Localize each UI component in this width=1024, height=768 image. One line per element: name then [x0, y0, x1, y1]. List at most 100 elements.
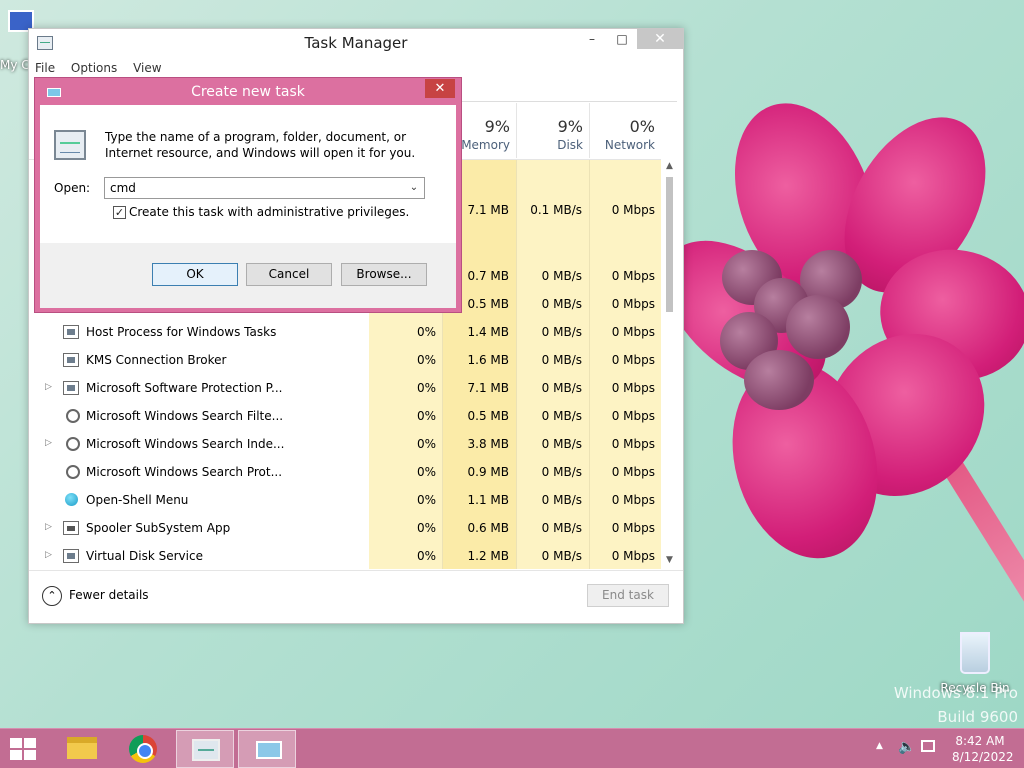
- column-header-network[interactable]: 0% Network: [589, 103, 661, 158]
- expand-chevron-icon[interactable]: ▷: [45, 438, 52, 448]
- close-button[interactable]: ✕: [637, 29, 683, 49]
- memory-cell: 7.1 MB: [467, 381, 509, 395]
- cpu-cell: 0%: [416, 549, 436, 563]
- open-input[interactable]: cmd: [110, 181, 136, 195]
- cpu-cell: 0%: [416, 353, 436, 367]
- table-row[interactable]: Microsoft Windows Search Filte... 0% 0.5…: [29, 403, 669, 431]
- cpu-cell: 0%: [416, 437, 436, 451]
- network-cell: 0 Mbps: [611, 521, 655, 535]
- printer-icon: [63, 521, 79, 535]
- clock-date: 8/12/2022: [952, 750, 1014, 764]
- menu-view[interactable]: View: [127, 59, 167, 77]
- task-manager-titlebar[interactable]: Task Manager – □ ✕: [29, 29, 683, 57]
- network-percent: 0%: [629, 117, 655, 136]
- network-cell: 0 Mbps: [611, 437, 655, 451]
- network-icon[interactable]: [921, 740, 935, 768]
- process-name: Host Process for Windows Tasks: [86, 325, 277, 339]
- table-row[interactable]: ▷ Microsoft Windows Search Inde... 0% 3.…: [29, 431, 669, 459]
- memory-cell: 0.9 MB: [467, 465, 509, 479]
- browse-button[interactable]: Browse...: [341, 263, 427, 286]
- disk-cell: 0 MB/s: [541, 409, 582, 423]
- table-row[interactable]: Host Process for Windows Tasks 0% 1.4 MB…: [29, 319, 669, 347]
- task-manager-icon: [192, 739, 220, 761]
- fewer-details-link[interactable]: Fewer details: [69, 588, 149, 602]
- disk-cell: 0.1 MB/s: [530, 203, 582, 217]
- cancel-button[interactable]: Cancel: [246, 263, 332, 286]
- expand-chevron-icon[interactable]: ▷: [45, 382, 52, 392]
- end-task-button[interactable]: End task: [587, 584, 669, 607]
- open-label: Open:: [54, 181, 91, 195]
- disk-cell: 0 MB/s: [541, 465, 582, 479]
- memory-cell: 0.6 MB: [467, 521, 509, 535]
- process-window-icon: [63, 325, 79, 339]
- table-row[interactable]: Open-Shell Menu 0% 1.1 MB 0 MB/s 0 Mbps: [29, 487, 669, 515]
- task-manager-footer: ⌃ Fewer details End task: [29, 570, 683, 625]
- memory-cell: 1.6 MB: [467, 353, 509, 367]
- my-computer-desktop-icon[interactable]: My C: [0, 10, 34, 72]
- menu-options[interactable]: Options: [65, 59, 123, 77]
- disk-cell: 0 MB/s: [541, 521, 582, 535]
- open-shell-icon: [63, 493, 79, 507]
- dialog-message: Type the name of a program, folder, docu…: [105, 130, 416, 160]
- network-cell: 0 Mbps: [611, 297, 655, 311]
- expand-chevron-icon[interactable]: ▷: [45, 550, 52, 560]
- memory-cell: 1.2 MB: [467, 549, 509, 563]
- scroll-down-icon[interactable]: ▼: [661, 555, 678, 565]
- memory-cell: 3.8 MB: [467, 437, 509, 451]
- process-name: Microsoft Windows Search Prot...: [86, 465, 283, 479]
- chevron-down-icon[interactable]: ⌄: [406, 178, 422, 198]
- table-row[interactable]: Microsoft Windows Search Prot... 0% 0.9 …: [29, 459, 669, 487]
- memory-cell: 1.4 MB: [467, 325, 509, 339]
- table-row[interactable]: ▷ Spooler SubSystem App 0% 0.6 MB 0 MB/s…: [29, 515, 669, 543]
- open-combobox[interactable]: cmd ⌄: [104, 177, 425, 199]
- taskbar-file-explorer[interactable]: [52, 730, 110, 768]
- start-button[interactable]: [10, 738, 38, 762]
- disk-cell: 0 MB/s: [541, 325, 582, 339]
- network-cell: 0 Mbps: [611, 549, 655, 563]
- user-process-icon: [63, 409, 80, 423]
- network-cell: 0 Mbps: [611, 325, 655, 339]
- menu-file[interactable]: File: [29, 59, 61, 77]
- os-edition-watermark: Windows 8.1 Pro: [893, 684, 1018, 702]
- network-cell: 0 Mbps: [611, 203, 655, 217]
- create-new-task-dialog: Create new task ✕ Type the name of a pro…: [34, 77, 462, 313]
- ok-button[interactable]: OK: [152, 263, 238, 286]
- minimize-button[interactable]: –: [577, 29, 607, 49]
- disk-percent: 9%: [557, 117, 583, 136]
- cpu-cell: 0%: [416, 381, 436, 395]
- volume-muted-icon[interactable]: 🔈: [898, 739, 915, 768]
- dialog-close-button[interactable]: ✕: [425, 79, 455, 98]
- user-process-icon: [63, 437, 80, 451]
- scroll-up-icon[interactable]: ▲: [661, 161, 678, 171]
- taskbar-task-manager[interactable]: [176, 730, 234, 768]
- taskbar: ▲ 🔈 8:42 AM 8/12/2022: [0, 728, 1024, 768]
- chevron-up-icon[interactable]: ⌃: [42, 586, 62, 606]
- admin-privileges-label[interactable]: Create this task with administrative pri…: [129, 205, 409, 219]
- table-row[interactable]: ▷ Microsoft Software Protection P... 0% …: [29, 375, 669, 403]
- menu-bar: File Options View: [29, 59, 683, 77]
- table-row[interactable]: KMS Connection Broker 0% 1.6 MB 0 MB/s 0…: [29, 347, 669, 375]
- expand-chevron-icon[interactable]: ▷: [45, 522, 52, 532]
- show-hidden-icons[interactable]: ▲: [876, 741, 883, 768]
- disk-cell: 0 MB/s: [541, 381, 582, 395]
- system-clock[interactable]: 8:42 AM 8/12/2022: [952, 733, 1014, 765]
- admin-privileges-checkbox[interactable]: ✓: [113, 206, 126, 219]
- process-window-icon: [63, 549, 79, 563]
- disk-cell: 0 MB/s: [541, 493, 582, 507]
- maximize-button[interactable]: □: [607, 29, 637, 49]
- network-cell: 0 Mbps: [611, 493, 655, 507]
- column-header-disk[interactable]: 9% Disk: [516, 103, 589, 158]
- dialog-body: Type the name of a program, folder, docu…: [40, 105, 456, 308]
- cpu-cell: 0%: [416, 325, 436, 339]
- process-name: Open-Shell Menu: [86, 493, 189, 507]
- my-computer-label: My C: [0, 58, 30, 72]
- taskbar-chrome[interactable]: [114, 730, 172, 768]
- memory-cell: 1.1 MB: [467, 493, 509, 507]
- process-list-scrollbar[interactable]: ▲ ▼: [661, 159, 678, 569]
- taskbar-create-new-task[interactable]: [238, 730, 296, 768]
- table-row[interactable]: ▷ Virtual Disk Service 0% 1.2 MB 0 MB/s …: [29, 543, 669, 569]
- process-window-icon: [63, 381, 79, 395]
- process-name: KMS Connection Broker: [86, 353, 227, 367]
- network-cell: 0 Mbps: [611, 269, 655, 283]
- scrollbar-thumb[interactable]: [666, 177, 673, 312]
